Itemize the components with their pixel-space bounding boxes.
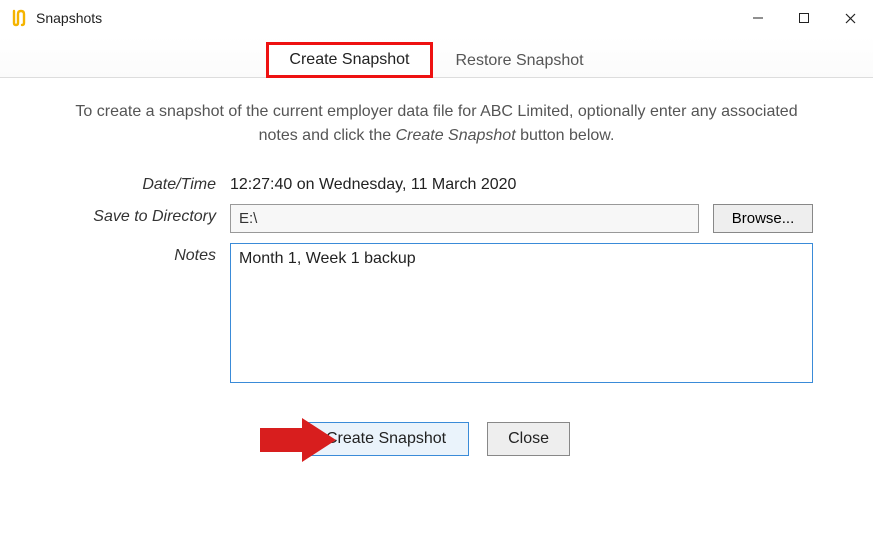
browse-button[interactable]: Browse...: [713, 204, 813, 233]
window-title: Snapshots: [36, 10, 735, 26]
close-button[interactable]: Close: [487, 422, 570, 456]
tab-restore-snapshot[interactable]: Restore Snapshot: [433, 43, 607, 78]
arrow-icon: [260, 418, 336, 466]
datetime-label: Date/Time: [60, 172, 230, 194]
tab-label: Restore Snapshot: [456, 52, 584, 69]
directory-input[interactable]: [230, 204, 699, 233]
notes-input[interactable]: Month 1, Week 1 backup: [230, 243, 813, 383]
directory-label: Save to Directory: [60, 204, 230, 226]
minimize-button[interactable]: [735, 3, 781, 33]
tab-bar: Create Snapshot Restore Snapshot: [0, 36, 873, 78]
notes-row: Notes Month 1, Week 1 backup: [60, 243, 813, 388]
footer-buttons: Create Snapshot Close: [60, 422, 813, 456]
notes-label: Notes: [60, 243, 230, 265]
close-window-button[interactable]: [827, 3, 873, 33]
tab-label: Create Snapshot: [289, 51, 409, 68]
title-bar: Snapshots: [0, 0, 873, 36]
tab-create-snapshot[interactable]: Create Snapshot: [266, 42, 432, 78]
datetime-row: Date/Time 12:27:40 on Wednesday, 11 Marc…: [60, 172, 813, 194]
window-controls: [735, 3, 873, 33]
app-icon: [10, 9, 28, 27]
content-area: To create a snapshot of the current empl…: [0, 78, 873, 466]
instruction-text: To create a snapshot of the current empl…: [60, 100, 813, 148]
datetime-value: 12:27:40 on Wednesday, 11 March 2020: [230, 172, 813, 194]
maximize-button[interactable]: [781, 3, 827, 33]
directory-row: Save to Directory Browse...: [60, 204, 813, 233]
